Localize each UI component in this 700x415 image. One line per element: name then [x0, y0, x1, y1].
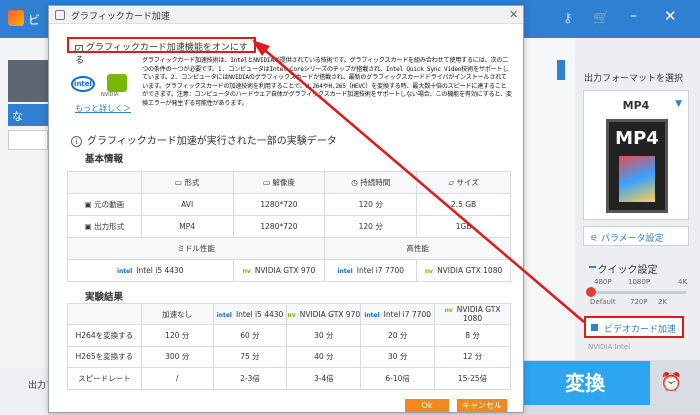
- annotation-arrow: [252, 40, 585, 323]
- arrow-line: [259, 45, 585, 323]
